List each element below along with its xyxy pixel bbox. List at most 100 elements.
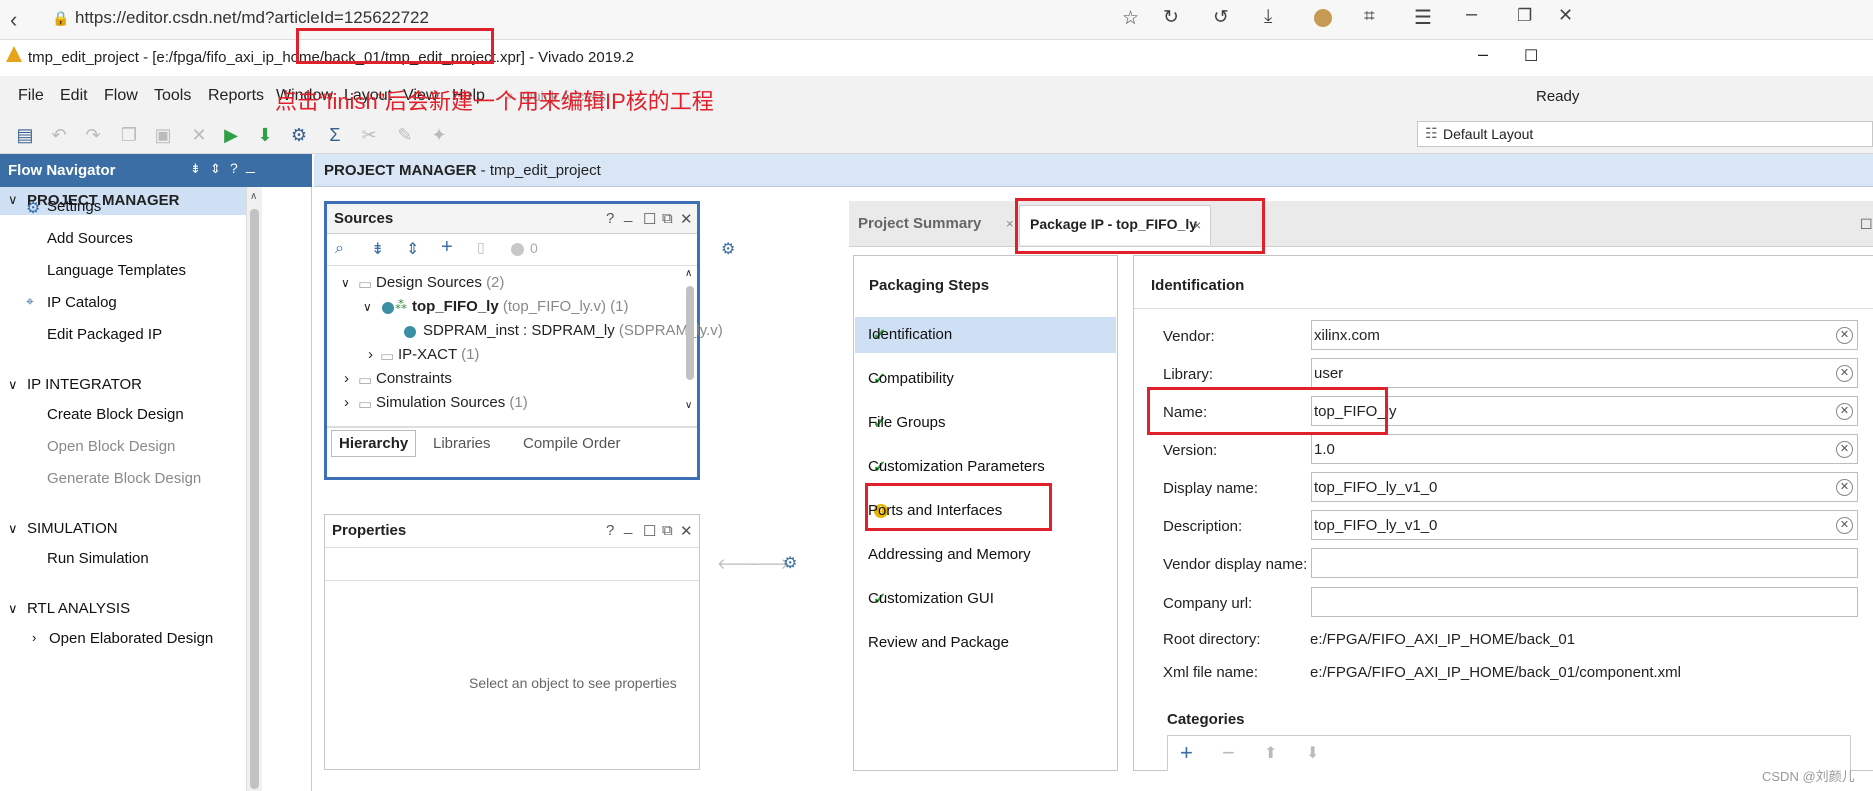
- menu-icon[interactable]: ☰: [1414, 5, 1432, 30]
- paste-icon[interactable]: ▣: [152, 124, 174, 146]
- help-icon[interactable]: ?: [230, 160, 238, 176]
- step-review-and-package[interactable]: Review and Package: [868, 634, 1009, 651]
- display-name-field[interactable]: top_FIFO_ly_v1_0 ✕: [1311, 472, 1858, 502]
- chevron-right-icon[interactable]: ›: [368, 346, 373, 363]
- tab-compile-order[interactable]: Compile Order: [523, 435, 621, 452]
- nav-generate-block-design[interactable]: Generate Block Design: [47, 470, 201, 487]
- tree-design-sources[interactable]: Design Sources (2): [376, 274, 504, 291]
- nav-create-block-design[interactable]: Create Block Design: [47, 406, 184, 423]
- open-project-icon[interactable]: ▤: [14, 124, 36, 146]
- wand-icon[interactable]: ✦: [428, 124, 450, 146]
- float-panel-icon[interactable]: ⧉: [662, 210, 673, 227]
- undo-icon[interactable]: ↺: [1213, 6, 1229, 29]
- program-icon[interactable]: ⬇: [254, 124, 276, 146]
- undo-icon[interactable]: ↶: [48, 124, 70, 146]
- minimize-button[interactable]: –: [1478, 44, 1488, 65]
- close-tab-icon[interactable]: ×: [1006, 216, 1014, 231]
- tree-simulation-sources[interactable]: Simulation Sources (1): [376, 394, 528, 411]
- help-icon[interactable]: ?: [606, 210, 614, 227]
- star-icon[interactable]: ☆: [1122, 7, 1139, 30]
- version-field[interactable]: 1.0 ✕: [1311, 434, 1858, 464]
- expand-all-icon[interactable]: ⇕: [406, 239, 419, 259]
- section-rtl-analysis[interactable]: RTL ANALYSIS: [27, 600, 130, 617]
- cut-icon[interactable]: ✂: [358, 124, 380, 146]
- nav-add-sources[interactable]: Add Sources: [47, 230, 133, 247]
- run-icon[interactable]: ▶: [220, 124, 242, 146]
- name-field[interactable]: top_FIFO_ly ✕: [1311, 396, 1858, 426]
- delete-icon[interactable]: ✕: [188, 124, 210, 146]
- tab-project-summary[interactable]: Project Summary: [858, 215, 981, 232]
- section-ip-integrator[interactable]: IP INTEGRATOR: [27, 376, 142, 393]
- scroll-up-icon[interactable]: ∧: [685, 268, 692, 279]
- clear-icon[interactable]: ✕: [1836, 479, 1853, 496]
- vendor-field[interactable]: xilinx.com ✕: [1311, 320, 1858, 350]
- collapse-all-icon[interactable]: ⇟: [190, 161, 201, 177]
- step-identification[interactable]: Identification: [868, 326, 952, 343]
- minimize-panel-icon[interactable]: _: [624, 206, 632, 223]
- maximize-button[interactable]: ☐: [1524, 46, 1538, 66]
- copy-icon[interactable]: ❐: [118, 124, 140, 146]
- tree-constraints[interactable]: Constraints: [376, 370, 452, 387]
- tab-hierarchy[interactable]: Hierarchy: [331, 430, 417, 457]
- company-url-field[interactable]: [1311, 587, 1858, 617]
- description-field[interactable]: top_FIFO_ly_v1_0 ✕: [1311, 510, 1858, 540]
- download-icon[interactable]: ⤓: [1264, 6, 1272, 28]
- nav-edit-packaged-ip[interactable]: Edit Packaged IP: [47, 326, 162, 343]
- gear-icon[interactable]: ⚙: [721, 239, 735, 259]
- restore-panel-icon[interactable]: ☐: [643, 522, 656, 540]
- scrollbar-thumb[interactable]: [686, 286, 694, 380]
- move-down-icon[interactable]: ⬇: [1306, 743, 1319, 763]
- nav-open-block-design[interactable]: Open Block Design: [47, 438, 175, 455]
- sources-scrollbar[interactable]: ∧ ∨: [683, 268, 697, 418]
- doc-icon[interactable]: ▯: [477, 239, 485, 256]
- sigma-icon[interactable]: Σ: [324, 124, 346, 146]
- float-panel-icon[interactable]: ⧉: [662, 522, 673, 539]
- tab-libraries[interactable]: Libraries: [433, 435, 491, 452]
- chevron-down-icon[interactable]: ∨: [8, 377, 18, 393]
- clear-icon[interactable]: ✕: [1836, 365, 1853, 382]
- settings-gear-icon[interactable]: ⚙: [288, 124, 310, 146]
- search-icon[interactable]: ⌕: [335, 240, 344, 258]
- chevron-right-icon[interactable]: ›: [344, 394, 349, 411]
- nav-run-simulation[interactable]: Run Simulation: [47, 550, 149, 567]
- cookie-icon[interactable]: [1314, 9, 1332, 27]
- help-icon[interactable]: ?: [606, 522, 614, 539]
- crop-icon[interactable]: ⌗: [1364, 6, 1375, 28]
- menu-reports[interactable]: Reports: [208, 87, 264, 105]
- chevron-down-icon[interactable]: ∨: [341, 276, 350, 290]
- nav-open-elaborated-design[interactable]: Open Elaborated Design: [49, 630, 213, 647]
- edit-icon[interactable]: ✎: [394, 124, 416, 146]
- tree-ipxact[interactable]: IP-XACT (1): [398, 346, 479, 363]
- clear-icon[interactable]: ✕: [1836, 403, 1853, 420]
- browser-minimize-icon[interactable]: –: [1466, 3, 1477, 26]
- chevron-right-icon[interactable]: ›: [344, 370, 349, 387]
- menu-tools[interactable]: Tools: [154, 87, 191, 105]
- clear-icon[interactable]: ✕: [1836, 517, 1853, 534]
- library-field[interactable]: user ✕: [1311, 358, 1858, 388]
- add-source-icon[interactable]: +: [441, 236, 453, 259]
- step-addressing-and-memory[interactable]: Addressing and Memory: [868, 546, 1031, 563]
- gear-icon[interactable]: ⚙: [783, 553, 797, 573]
- chevron-down-icon[interactable]: ∨: [8, 601, 18, 617]
- flow-navigator-scrollbar[interactable]: ∧: [246, 187, 262, 791]
- menu-flow[interactable]: Flow: [104, 87, 138, 105]
- minimize-panel-icon[interactable]: _: [246, 157, 255, 175]
- browser-close-icon[interactable]: ✕: [1558, 5, 1573, 26]
- minimize-panel-icon[interactable]: _: [624, 518, 632, 535]
- restore-panel-icon[interactable]: ☐: [1860, 216, 1873, 233]
- clear-icon[interactable]: ✕: [1836, 441, 1853, 458]
- tree-sdpram-inst[interactable]: SDPRAM_inst : SDPRAM_ly (SDPRAM_ly.v): [423, 322, 723, 339]
- chevron-down-icon[interactable]: ∨: [8, 521, 18, 537]
- menu-file[interactable]: File: [18, 87, 44, 105]
- expand-all-icon[interactable]: ⇕: [210, 161, 221, 177]
- chevron-right-icon[interactable]: ›: [32, 630, 36, 645]
- close-panel-icon[interactable]: ✕: [680, 210, 693, 228]
- menu-edit[interactable]: Edit: [60, 87, 88, 105]
- chevron-down-icon[interactable]: ∨: [363, 300, 372, 314]
- nav-language-templates[interactable]: Language Templates: [47, 262, 186, 279]
- refresh-icon[interactable]: ↻: [1163, 6, 1179, 29]
- scroll-down-icon[interactable]: ∨: [685, 400, 692, 411]
- step-compatibility[interactable]: Compatibility: [868, 370, 954, 387]
- restore-panel-icon[interactable]: ☐: [643, 210, 656, 228]
- redo-icon[interactable]: ↷: [82, 124, 104, 146]
